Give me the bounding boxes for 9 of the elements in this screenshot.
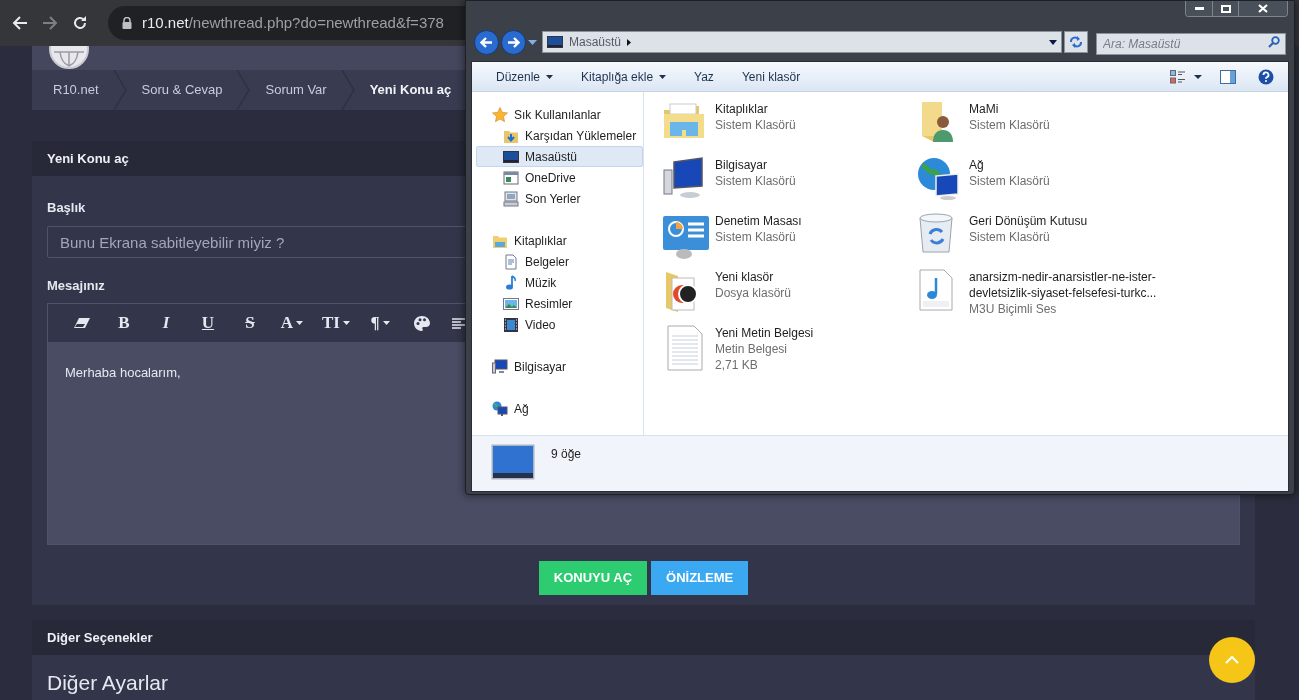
- card-title: Yeni Konu aç: [47, 149, 129, 168]
- section-heading: Diğer Ayarlar: [47, 671, 168, 694]
- message-text: Merhaba hocalarım,: [65, 365, 181, 380]
- card-title: Diğer Seçenekler: [47, 628, 153, 647]
- url-text: r10.net/newthread.php?do=newthread&f=378: [142, 12, 444, 33]
- field-label: Başlık: [47, 200, 86, 215]
- address-text: Masaüstü: [569, 34, 622, 51]
- field-label: Mesajınız: [47, 278, 105, 293]
- item-count: 9 öğe: [551, 446, 582, 463]
